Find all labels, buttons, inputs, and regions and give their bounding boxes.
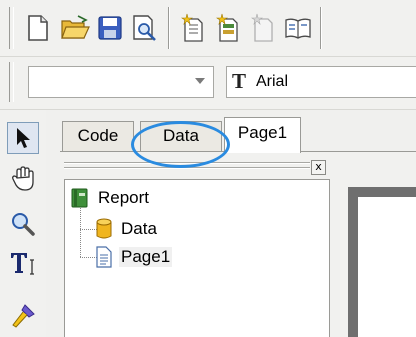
tree-item-report[interactable]: Report	[70, 188, 151, 208]
zoom-icon	[12, 213, 35, 236]
truetype-font-icon: T	[232, 69, 247, 93]
tree-item-label: Report	[98, 188, 150, 207]
zoom-tool-button[interactable]	[7, 208, 39, 240]
toolbar-separator	[168, 7, 170, 49]
page-icon	[96, 246, 112, 268]
report-options-icon	[216, 13, 238, 42]
disabled-page-icon	[251, 13, 273, 42]
annotation-highlight-circle	[131, 121, 230, 168]
format-toolbar: T Arial	[0, 57, 416, 110]
toolbar-grip[interactable]	[9, 62, 14, 102]
hand-tool-button[interactable]	[7, 163, 39, 195]
report-tree-panel: x Report Data Page1	[60, 152, 332, 337]
new-page-icon	[28, 15, 48, 41]
book-icon	[285, 18, 311, 39]
print-preview-button[interactable]	[128, 8, 162, 48]
open-button[interactable]	[58, 8, 92, 48]
tool-palette	[0, 110, 46, 337]
new-report-wizard-icon	[181, 13, 203, 42]
save-button[interactable]	[93, 8, 127, 48]
toolbar-grip[interactable]	[9, 7, 14, 49]
main-toolbar	[0, 0, 416, 57]
tree-item-data[interactable]: Data	[95, 218, 159, 240]
hand-icon	[12, 166, 34, 191]
font-name: Arial	[256, 73, 289, 90]
text-tool-icon	[11, 253, 34, 275]
page-canvas[interactable]	[358, 197, 416, 337]
toolbar-separator	[320, 7, 322, 49]
page-design-area[interactable]	[332, 152, 416, 337]
select-tool-button[interactable]	[7, 122, 39, 154]
report-book-icon	[71, 188, 88, 208]
format-painter-icon	[12, 304, 35, 328]
font-combobox[interactable]: T Arial	[226, 66, 416, 98]
disabled-page-button[interactable]	[246, 8, 280, 48]
tree-item-label: Data	[121, 219, 157, 238]
new-report-wizard-button[interactable]	[176, 8, 210, 48]
text-tool-button[interactable]	[7, 247, 39, 279]
tab-page1[interactable]: Page1	[224, 117, 301, 153]
panel-close-button[interactable]: x	[311, 160, 326, 175]
format-painter-button[interactable]	[7, 300, 39, 332]
print-preview-icon	[133, 15, 156, 41]
select-arrow-icon	[17, 128, 30, 148]
open-folder-icon	[61, 15, 90, 39]
report-tree: Report Data Page1	[64, 179, 330, 337]
report-options-button[interactable]	[211, 8, 245, 48]
tree-item-page1[interactable]: Page1	[95, 246, 173, 268]
style-combobox[interactable]	[28, 66, 214, 98]
save-disk-icon	[98, 16, 122, 40]
database-icon	[96, 218, 112, 239]
new-page-button[interactable]	[21, 8, 55, 48]
tab-code[interactable]: Code	[62, 121, 134, 151]
tree-item-label: Page1	[119, 247, 173, 267]
tab-strip: Code Data Page1	[60, 117, 416, 153]
book-button[interactable]	[281, 8, 315, 48]
chevron-down-icon[interactable]	[195, 78, 205, 84]
